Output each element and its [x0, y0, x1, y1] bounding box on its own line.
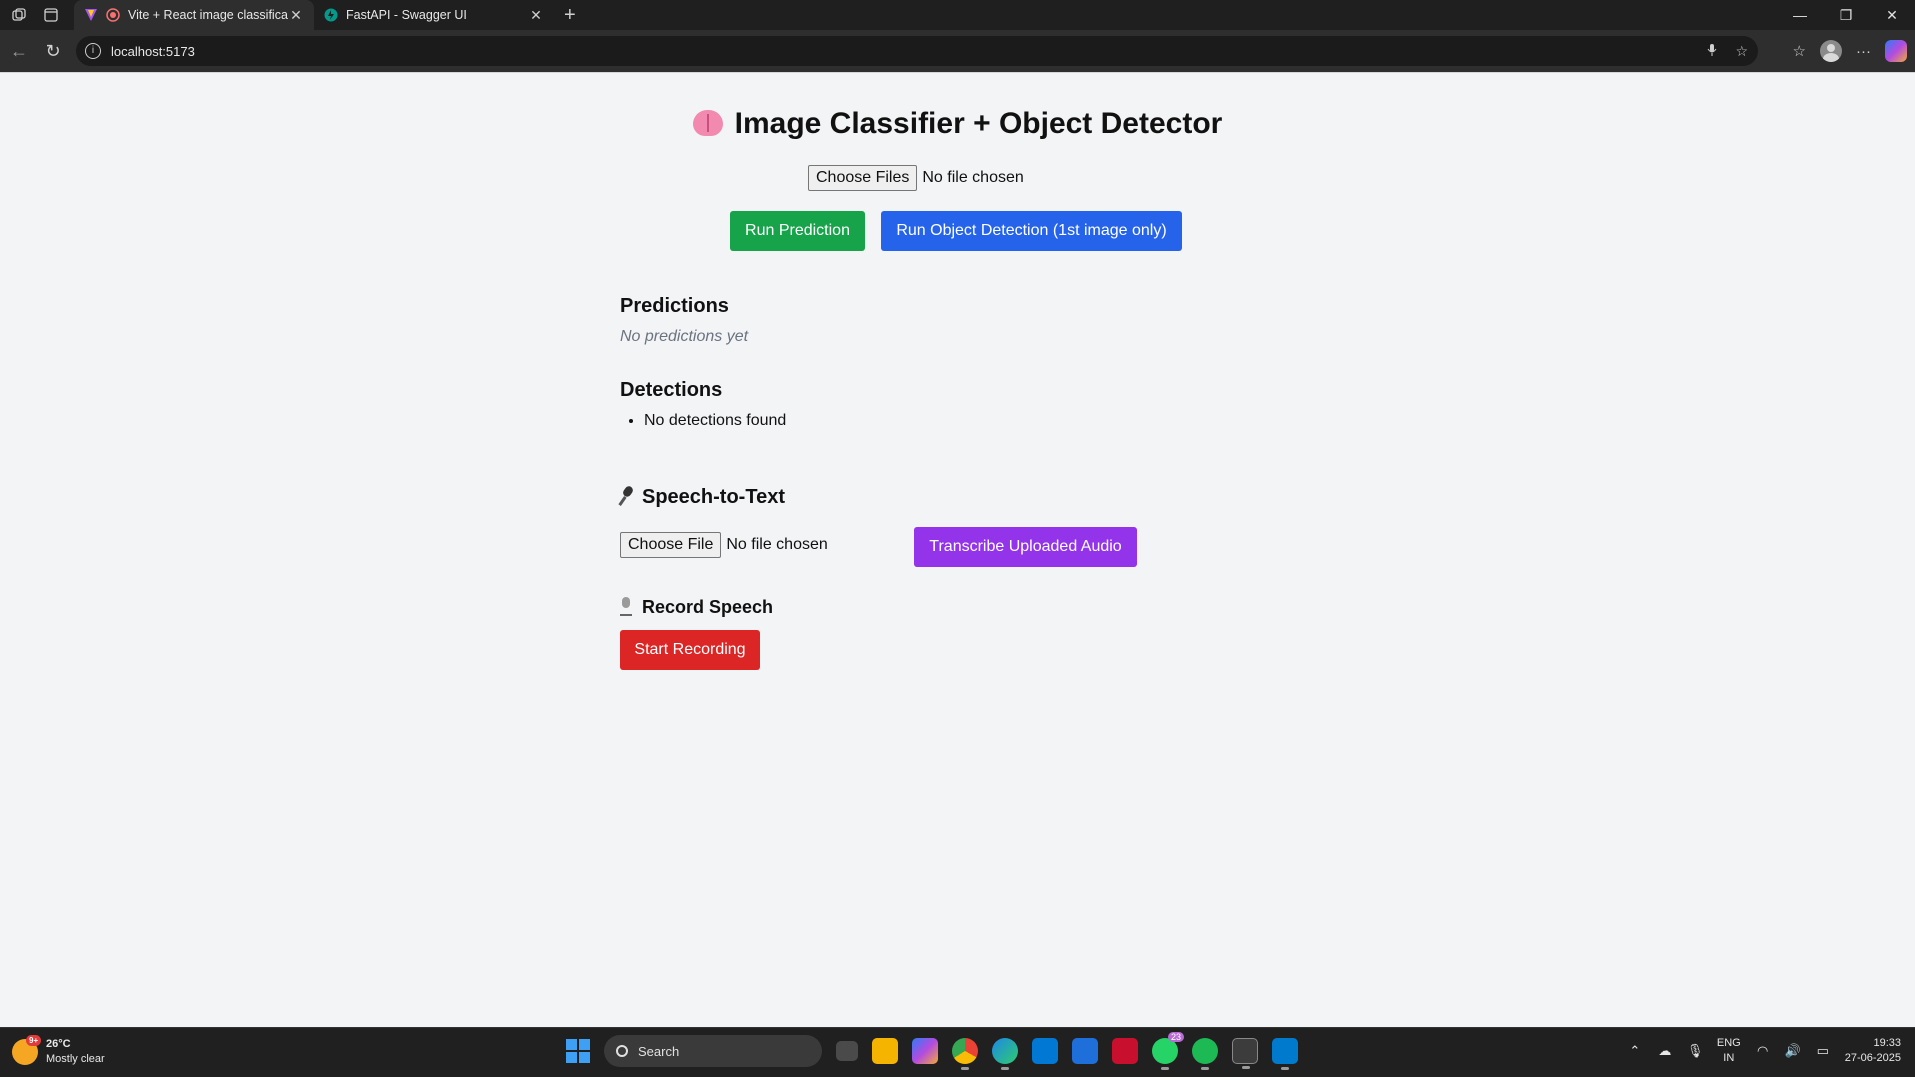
choose-file-button[interactable]: Choose File: [620, 532, 722, 558]
fastapi-icon: [324, 8, 338, 22]
copilot-app-icon[interactable]: [912, 1038, 938, 1064]
choose-files-button[interactable]: Choose Files: [808, 165, 918, 191]
address-url[interactable]: localhost:5173: [111, 44, 195, 59]
weather-icon: 9+: [12, 1035, 42, 1065]
new-tab-button[interactable]: +: [564, 0, 576, 30]
window-controls: — ❐ ✕: [1777, 0, 1915, 30]
detections-section: Detections No detections found: [620, 379, 786, 430]
studio-microphone-icon: [620, 597, 632, 616]
language-indicator[interactable]: ENG IN: [1717, 1036, 1741, 1066]
volume-icon[interactable]: 🔊: [1785, 1044, 1801, 1058]
transcribe-audio-button[interactable]: Transcribe Uploaded Audio: [914, 527, 1137, 567]
speech-section: Speech-to-Text: [620, 486, 785, 509]
predictions-section: Predictions No predictions yet: [620, 295, 748, 346]
restore-icon[interactable]: ❐: [1823, 0, 1869, 30]
close-tab-icon[interactable]: ✕: [528, 7, 544, 24]
run-prediction-button[interactable]: Run Prediction: [730, 211, 865, 251]
taskbar: 9+ 26°C Mostly clear Search 23 ⌃ ☁ 🎙 ENG…: [0, 1027, 1915, 1077]
search-label: Search: [638, 1043, 680, 1059]
record-speech-section: Record Speech: [620, 597, 773, 618]
predictions-empty-text: No predictions yet: [620, 328, 749, 345]
page-viewport: Image Classifier + Object Detector Choos…: [0, 72, 1915, 1027]
terminal-icon[interactable]: [1232, 1038, 1258, 1069]
address-bar[interactable]: i localhost:5173 ☆: [76, 36, 1758, 66]
start-recording-button[interactable]: Start Recording: [620, 630, 760, 670]
tab-fastapi[interactable]: FastAPI - Swagger UI ✕: [314, 0, 554, 30]
predictions-heading: Predictions: [620, 295, 729, 317]
refresh-icon[interactable]: ↻: [36, 34, 70, 68]
tab-actions-icon[interactable]: [38, 2, 64, 28]
spotify-icon[interactable]: [1192, 1038, 1218, 1070]
favorite-star-icon[interactable]: ☆: [1735, 43, 1748, 60]
copilot-icon[interactable]: [1885, 40, 1907, 62]
recording-icon: [106, 8, 120, 22]
profile-avatar[interactable]: [1820, 40, 1842, 62]
weather-widget[interactable]: 9+ 26°C Mostly clear: [12, 1035, 105, 1067]
system-tray: ⌃ ☁ 🎙 ENG IN ◠ 🔊 ▭ 19:33 27-06-2025: [1627, 1036, 1901, 1066]
more-options-icon[interactable]: ···: [1856, 43, 1871, 60]
microphone-icon[interactable]: [1707, 43, 1717, 60]
task-view-icon[interactable]: [836, 1041, 858, 1061]
weather-condition: Mostly clear: [46, 1053, 105, 1065]
battery-icon[interactable]: ▭: [1815, 1044, 1831, 1058]
app-icon[interactable]: [1072, 1038, 1098, 1064]
audio-file-picker: Choose File No file chosen: [620, 532, 828, 558]
taskbar-search[interactable]: Search: [604, 1035, 822, 1067]
microphone-icon: [620, 486, 632, 506]
speech-heading: Speech-to-Text: [620, 486, 785, 509]
clock[interactable]: 19:33 27-06-2025: [1845, 1036, 1901, 1066]
vite-icon: [85, 9, 97, 21]
close-window-icon[interactable]: ✕: [1869, 0, 1915, 30]
favorites-icon[interactable]: ☆: [1793, 42, 1806, 60]
tab-title: FastAPI - Swagger UI: [346, 8, 467, 22]
image-file-picker: Choose Files No file chosen: [808, 165, 1024, 191]
start-button[interactable]: [566, 1039, 590, 1063]
taskbar-apps: Search 23: [566, 1032, 1298, 1070]
whatsapp-badge: 23: [1167, 1032, 1184, 1042]
onedrive-icon[interactable]: ☁: [1657, 1044, 1673, 1058]
whatsapp-icon[interactable]: 23: [1152, 1032, 1184, 1070]
file-explorer-icon[interactable]: [872, 1038, 898, 1064]
file-status: No file chosen: [922, 169, 1024, 186]
mcafee-icon[interactable]: [1112, 1038, 1138, 1064]
list-item: No detections found: [644, 412, 786, 430]
search-icon: [616, 1045, 628, 1057]
microphone-icon[interactable]: 🎙: [1687, 1044, 1704, 1058]
brain-icon: [692, 110, 723, 136]
detections-list: No detections found: [620, 412, 786, 430]
wifi-icon[interactable]: ◠: [1755, 1044, 1771, 1058]
run-object-detection-button[interactable]: Run Object Detection (1st image only): [881, 211, 1182, 251]
site-info-icon[interactable]: i: [85, 43, 101, 59]
tab-vite-react[interactable]: Vite + React image classificat ✕: [74, 0, 314, 30]
edge-icon[interactable]: [992, 1038, 1018, 1070]
audio-file-status: No file chosen: [726, 536, 828, 553]
chrome-icon[interactable]: [952, 1038, 978, 1070]
weather-temp: 26°C: [46, 1038, 71, 1050]
address-toolbar: ← ↻ i localhost:5173 ☆ ☆ ···: [0, 30, 1915, 72]
tab-title: Vite + React image classificat: [128, 8, 288, 22]
page-title-text: Image Classifier + Object Detector: [734, 107, 1223, 140]
chevron-up-icon[interactable]: ⌃: [1627, 1044, 1643, 1058]
minimize-icon[interactable]: —: [1777, 0, 1823, 30]
detections-heading: Detections: [620, 379, 723, 401]
page-title: Image Classifier + Object Detector: [0, 107, 1915, 141]
store-icon[interactable]: [1032, 1038, 1058, 1064]
workspaces-icon[interactable]: [6, 2, 32, 28]
back-arrow-icon[interactable]: ←: [2, 34, 36, 68]
vscode-icon[interactable]: [1272, 1038, 1298, 1070]
browser-tab-bar: Vite + React image classificat ✕ FastAPI…: [0, 0, 1915, 30]
close-tab-icon[interactable]: ✕: [288, 7, 304, 24]
weather-badge: 9+: [26, 1035, 42, 1046]
record-speech-heading: Record Speech: [620, 597, 773, 618]
